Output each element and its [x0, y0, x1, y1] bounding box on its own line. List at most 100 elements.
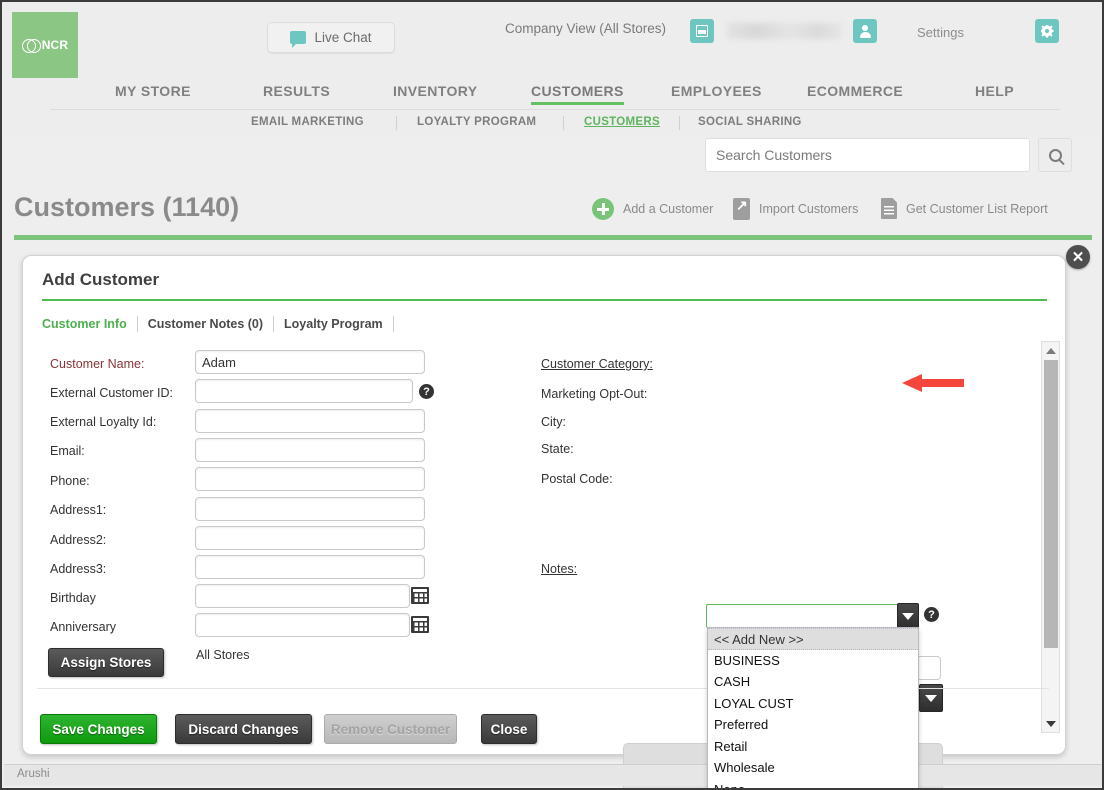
- user-name-redacted: [727, 23, 842, 39]
- search-input[interactable]: [705, 138, 1030, 172]
- dropdown-option-wholesale[interactable]: Wholesale: [708, 757, 918, 779]
- customer-category-dropdown-arrow[interactable]: [897, 603, 919, 629]
- nav-my-store[interactable]: MY STORE: [115, 83, 191, 105]
- nav-results[interactable]: RESULTS: [263, 83, 330, 105]
- subnav-email-marketing[interactable]: EMAIL MARKETING: [251, 116, 364, 128]
- nav-inventory[interactable]: INVENTORY: [393, 83, 478, 105]
- close-button[interactable]: Close: [481, 714, 537, 744]
- label-birthday: Birthday: [50, 591, 96, 605]
- label-external-loyalty-id: External Loyalty Id:: [50, 415, 157, 429]
- label-city: City:: [541, 415, 566, 429]
- scroll-up-button[interactable]: [1042, 342, 1059, 359]
- live-chat-button[interactable]: Live Chat: [267, 22, 395, 53]
- page-title: Customers (1140): [14, 192, 240, 222]
- dropdown-option-none[interactable]: None: [708, 779, 918, 789]
- nav-employees[interactable]: EMPLOYEES: [671, 83, 762, 105]
- plus-circle-icon: [592, 198, 614, 220]
- help-icon-customer-category[interactable]: ?: [924, 607, 939, 622]
- nav-ecommerce[interactable]: ECOMMERCE: [807, 83, 903, 105]
- green-accent-bar: [14, 235, 1092, 240]
- company-view-label: Company View (All Stores): [505, 21, 667, 36]
- status-bar: Arushi: [4, 764, 1102, 786]
- input-birthday[interactable]: [195, 584, 410, 608]
- customer-category-dropdown-list[interactable]: << Add New >> BUSINESS CASH LOYAL CUST P…: [707, 627, 919, 789]
- scroll-down-button[interactable]: [1042, 715, 1059, 732]
- get-customer-list-report-action[interactable]: Get Customer List Report: [881, 198, 1048, 219]
- tab-customer-info[interactable]: Customer Info: [42, 317, 137, 331]
- modal-title-underline: [42, 299, 1047, 301]
- settings-label[interactable]: Settings: [917, 25, 964, 40]
- dropdown-option-add-new[interactable]: << Add New >>: [708, 628, 918, 650]
- gear-icon[interactable]: [1035, 19, 1059, 43]
- remove-customer-button: Remove Customer: [324, 714, 457, 744]
- triangle-down-icon: [1045, 720, 1056, 727]
- input-external-loyalty-id[interactable]: [195, 409, 425, 433]
- tab-divider-3: [392, 316, 394, 332]
- status-bar-text: Arushi: [17, 768, 50, 780]
- discard-changes-button[interactable]: Discard Changes: [175, 714, 312, 744]
- dropdown-option-business[interactable]: BUSINESS: [708, 650, 918, 672]
- dropdown-option-loyal-cust[interactable]: LOYAL CUST: [708, 693, 918, 715]
- nav-customers[interactable]: CUSTOMERS: [531, 83, 624, 105]
- calendar-icon-birthday[interactable]: [411, 587, 429, 604]
- label-address3: Address3:: [50, 562, 107, 576]
- input-email[interactable]: [195, 438, 425, 462]
- label-phone: Phone:: [50, 474, 90, 488]
- ncr-logo-text: NCR: [41, 38, 69, 52]
- label-notes: Notes:: [541, 562, 578, 576]
- input-customer-name[interactable]: [195, 350, 425, 374]
- calendar-icon-anniversary[interactable]: [411, 616, 429, 633]
- modal-title: Add Customer: [42, 270, 160, 289]
- label-address2: Address2:: [50, 533, 107, 547]
- search-icon: [1048, 148, 1062, 162]
- input-address2[interactable]: [195, 526, 425, 550]
- tab-customer-notes[interactable]: Customer Notes (0): [138, 317, 273, 331]
- nav-help[interactable]: HELP: [975, 83, 1014, 105]
- subnav-loyalty-program[interactable]: LOYALTY PROGRAM: [417, 116, 536, 128]
- get-report-label: Get Customer List Report: [906, 201, 1048, 216]
- input-address1[interactable]: [195, 497, 425, 521]
- label-address1: Address1:: [50, 503, 107, 517]
- modal-scrollbar[interactable]: [1041, 341, 1060, 733]
- scrollbar-thumb[interactable]: [1043, 360, 1058, 648]
- modal-tabs: Customer Info Customer Notes (0) Loyalty…: [42, 316, 394, 332]
- chat-bubble-icon: [290, 31, 307, 48]
- close-icon[interactable]: ✕: [1066, 245, 1090, 269]
- subnav-social-sharing[interactable]: SOCIAL SHARING: [698, 116, 802, 128]
- ncr-logo-mark-icon: [21, 38, 41, 53]
- subnav-divider-2: [563, 116, 564, 130]
- search-button[interactable]: [1038, 138, 1072, 172]
- ncr-logo: NCR: [12, 12, 78, 78]
- help-icon-external-customer-id[interactable]: ?: [419, 384, 434, 399]
- import-icon: [733, 197, 750, 220]
- import-customers-action[interactable]: Import Customers: [733, 197, 858, 220]
- live-chat-label: Live Chat: [314, 30, 372, 45]
- dropdown-option-retail[interactable]: Retail: [708, 736, 918, 758]
- subnav-divider-1: [396, 116, 397, 130]
- annotation-arrow-icon: [902, 374, 964, 392]
- input-anniversary[interactable]: [195, 613, 410, 637]
- add-customer-action[interactable]: Add a Customer: [592, 198, 713, 220]
- add-customer-label: Add a Customer: [623, 202, 714, 216]
- label-postal-code: Postal Code:: [541, 472, 613, 486]
- subnav-divider-3: [679, 116, 680, 130]
- app-window: NCR Live Chat Company View (All Stores) …: [0, 0, 1104, 790]
- store-icon[interactable]: [690, 19, 714, 43]
- add-customer-modal: ✕ Add Customer Customer Info Customer No…: [22, 245, 1090, 788]
- input-external-customer-id[interactable]: [195, 379, 413, 403]
- label-state: State:: [541, 442, 574, 456]
- assign-stores-button[interactable]: Assign Stores: [48, 648, 164, 677]
- input-address3[interactable]: [195, 555, 425, 579]
- label-marketing-opt-out: Marketing Opt-Out:: [541, 387, 648, 401]
- top-header-bar: NCR Live Chat Company View (All Stores) …: [4, 4, 1102, 78]
- user-profile-icon[interactable]: [853, 19, 877, 43]
- save-changes-button[interactable]: Save Changes: [40, 714, 157, 744]
- label-customer-name: Customer Name:: [50, 357, 145, 371]
- dropdown-option-cash[interactable]: CASH: [708, 671, 918, 693]
- input-phone[interactable]: [195, 467, 425, 491]
- tab-loyalty-program[interactable]: Loyalty Program: [274, 317, 393, 331]
- dropdown-option-preferred[interactable]: Preferred: [708, 714, 918, 736]
- subnav-customers[interactable]: CUSTOMERS: [584, 116, 660, 128]
- triangle-up-icon: [1045, 347, 1056, 354]
- customer-category-input[interactable]: [706, 604, 901, 628]
